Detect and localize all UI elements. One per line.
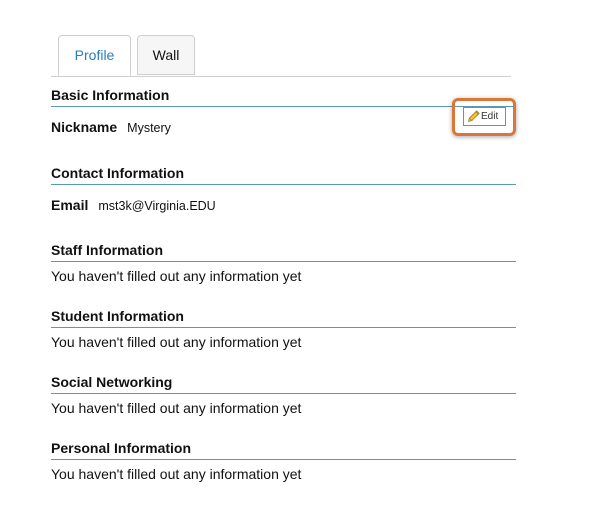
- email-label: Email: [51, 197, 89, 213]
- personal-information-text: You haven't filled out any information y…: [51, 466, 302, 482]
- edit-label: Edit: [481, 111, 499, 122]
- tab-profile[interactable]: Profile: [58, 35, 131, 76]
- tab-wall[interactable]: Wall: [137, 35, 195, 75]
- email-row: Email mst3k@Virginia.EDU: [51, 197, 216, 213]
- student-information-text: You haven't filled out any information y…: [51, 334, 302, 350]
- edit-highlight: Edit: [452, 98, 516, 136]
- staff-information-text: You haven't filled out any information y…: [51, 268, 302, 284]
- student-information-heading: Student Information: [51, 308, 516, 328]
- staff-information-heading: Staff Information: [51, 242, 516, 262]
- contact-information-heading: Contact Information: [51, 165, 516, 185]
- nickname-label: Nickname: [51, 119, 118, 135]
- nickname-value: Mystery: [127, 121, 171, 135]
- personal-information-heading: Personal Information: [51, 440, 516, 460]
- profile-tabs: Profile Wall: [51, 35, 511, 77]
- email-value: mst3k@Virginia.EDU: [98, 199, 216, 213]
- social-networking-text: You haven't filled out any information y…: [51, 400, 302, 416]
- social-networking-heading: Social Networking: [51, 374, 516, 394]
- nickname-row: Nickname Mystery: [51, 119, 171, 135]
- pencil-icon: [468, 110, 480, 122]
- edit-button[interactable]: Edit: [463, 107, 506, 126]
- basic-information-heading: Basic Information: [51, 87, 516, 107]
